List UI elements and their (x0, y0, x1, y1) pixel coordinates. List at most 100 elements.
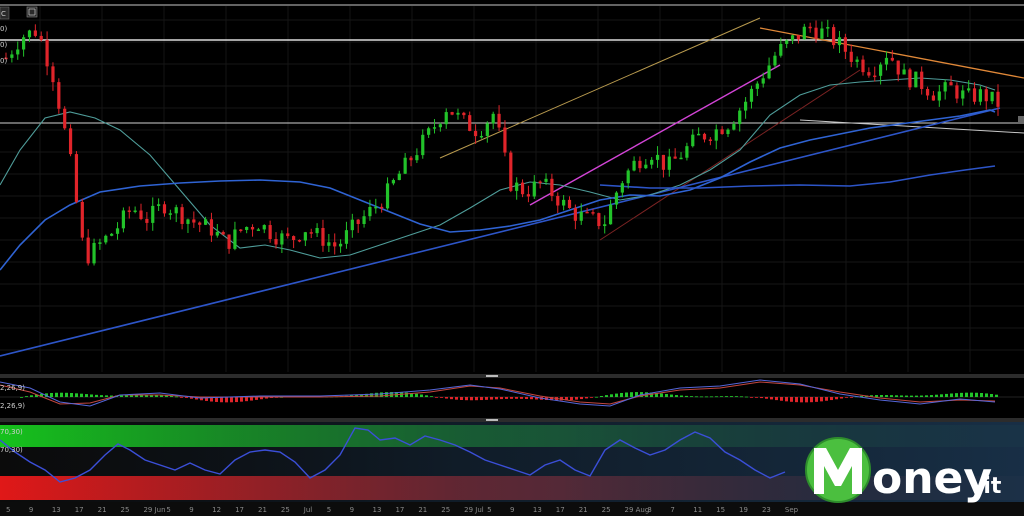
candle-body[interactable] (732, 124, 736, 130)
candle-body[interactable] (327, 242, 331, 246)
candle-body[interactable] (767, 65, 771, 79)
candle-body[interactable] (579, 211, 583, 221)
candle-body[interactable] (591, 212, 595, 214)
candle-body[interactable] (344, 230, 349, 244)
candle-body[interactable] (292, 236, 296, 241)
candle-body[interactable] (573, 207, 577, 221)
candle-body[interactable] (908, 69, 912, 88)
candle-body[interactable] (667, 156, 671, 170)
candle-body[interactable] (720, 129, 724, 135)
candle-body[interactable] (538, 181, 542, 184)
candle-body[interactable] (198, 222, 202, 225)
candle-body[interactable] (315, 227, 319, 234)
candle-body[interactable] (479, 135, 484, 138)
candle-body[interactable] (409, 157, 413, 161)
candle-body[interactable] (456, 112, 460, 115)
candle-body[interactable] (984, 89, 988, 102)
candle-body[interactable] (808, 26, 812, 29)
candle-body[interactable] (608, 204, 613, 225)
pane-separator-macd[interactable] (0, 374, 1024, 378)
candle-body[interactable] (180, 207, 184, 224)
candle-body[interactable] (356, 219, 360, 224)
candle-body[interactable] (139, 210, 143, 219)
candle-body[interactable] (890, 57, 894, 61)
candle-body[interactable] (438, 124, 442, 128)
candle-body[interactable] (80, 201, 84, 238)
candle-body[interactable] (22, 37, 26, 50)
candle-body[interactable] (773, 55, 777, 66)
candle-body[interactable] (914, 71, 918, 88)
candle-body[interactable] (380, 206, 384, 209)
candle-body[interactable] (432, 127, 437, 129)
candle-body[interactable] (603, 224, 607, 227)
pane-separator-rsi[interactable] (0, 418, 1024, 422)
candle-body[interactable] (832, 27, 836, 46)
candle-body[interactable] (790, 35, 795, 41)
candle-body[interactable] (896, 60, 900, 75)
candle-body[interactable] (802, 26, 806, 40)
candle-body[interactable] (755, 83, 759, 89)
candle-body[interactable] (972, 88, 977, 102)
candle-body[interactable] (726, 129, 730, 135)
candle-body[interactable] (556, 195, 560, 206)
candle-body[interactable] (256, 229, 261, 231)
candle-body[interactable] (779, 43, 783, 56)
candle-body[interactable] (873, 75, 877, 78)
candle-body[interactable] (920, 71, 924, 89)
candle-body[interactable] (74, 154, 79, 202)
candle-body[interactable] (192, 219, 196, 223)
candle-body[interactable] (837, 37, 842, 46)
candle-body[interactable] (943, 82, 947, 92)
candle-body[interactable] (685, 146, 689, 158)
candle-body[interactable] (39, 35, 43, 40)
candle-body[interactable] (450, 112, 454, 115)
candle-body[interactable] (280, 233, 284, 245)
candle-body[interactable] (421, 134, 425, 156)
candle-body[interactable] (68, 128, 73, 155)
candle-body[interactable] (931, 95, 936, 101)
separator-handle-2[interactable] (486, 419, 498, 421)
candle-body[interactable] (104, 235, 108, 243)
candle-body[interactable] (567, 199, 572, 208)
candle-body[interactable] (333, 242, 337, 247)
candle-body[interactable] (63, 108, 67, 129)
candle-body[interactable] (274, 239, 278, 245)
candle-body[interactable] (133, 210, 137, 213)
candle-body[interactable] (127, 210, 131, 212)
candle-body[interactable] (585, 211, 589, 214)
candle-body[interactable] (644, 164, 648, 169)
candle-body[interactable] (145, 218, 149, 223)
candle-body[interactable] (362, 216, 366, 224)
candle-body[interactable] (374, 206, 378, 209)
candle-body[interactable] (239, 229, 243, 231)
candle-body[interactable] (661, 154, 666, 170)
candle-body[interactable] (385, 183, 390, 209)
candle-body[interactable] (884, 57, 889, 65)
candle-body[interactable] (115, 228, 120, 234)
candle-body[interactable] (33, 30, 37, 36)
candle-body[interactable] (826, 27, 830, 29)
candle-body[interactable] (221, 231, 225, 235)
candle-body[interactable] (843, 37, 847, 52)
candle-body[interactable] (338, 243, 343, 247)
candle-body[interactable] (110, 233, 114, 236)
candle-body[interactable] (650, 159, 654, 165)
candle-body[interactable] (86, 237, 90, 264)
candle-body[interactable] (321, 227, 325, 246)
candle-body[interactable] (855, 59, 859, 62)
candle-body[interactable] (626, 170, 630, 184)
candle-body[interactable] (796, 35, 801, 40)
candle-body[interactable] (708, 139, 712, 141)
candle-body[interactable] (268, 225, 272, 240)
candle-body[interactable] (98, 242, 102, 244)
candle-body[interactable] (473, 130, 478, 137)
candle-body[interactable] (861, 59, 865, 73)
candle-body[interactable] (749, 88, 754, 102)
candle-body[interactable] (233, 229, 237, 249)
candle-body[interactable] (996, 91, 1000, 107)
candle-body[interactable] (820, 28, 824, 39)
candle-body[interactable] (27, 30, 32, 38)
candle-body[interactable] (638, 160, 642, 169)
candle-body[interactable] (227, 234, 231, 249)
candle-body[interactable] (51, 66, 55, 83)
